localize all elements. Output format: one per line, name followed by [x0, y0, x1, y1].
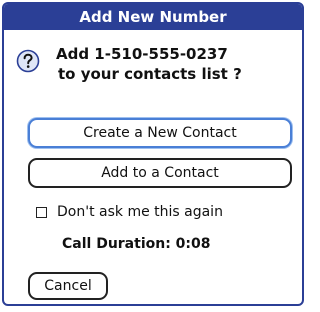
- add-to-contact-button[interactable]: Add to a Contact: [28, 158, 292, 188]
- dont-ask-again-label[interactable]: Don't ask me this again: [57, 204, 223, 220]
- message-line-1: Add 1-510-555-0237: [56, 45, 228, 63]
- dialog-title: Add New Number: [4, 4, 302, 30]
- question-icon: [16, 49, 40, 73]
- dont-ask-again-checkbox[interactable]: [36, 206, 47, 218]
- dialog-message: Add 1-510-555-0237 to your contacts list…: [56, 44, 242, 84]
- cancel-button[interactable]: Cancel: [28, 272, 108, 300]
- call-duration-text: Call Duration: 0:08: [62, 236, 211, 252]
- add-new-number-dialog: Add New Number Add 1-510-555-0237 to you…: [2, 2, 304, 306]
- message-line-2: to your contacts list ?: [58, 65, 242, 83]
- dont-ask-again-row[interactable]: Don't ask me this again: [36, 204, 223, 220]
- create-new-contact-button[interactable]: Create a New Contact: [28, 118, 292, 148]
